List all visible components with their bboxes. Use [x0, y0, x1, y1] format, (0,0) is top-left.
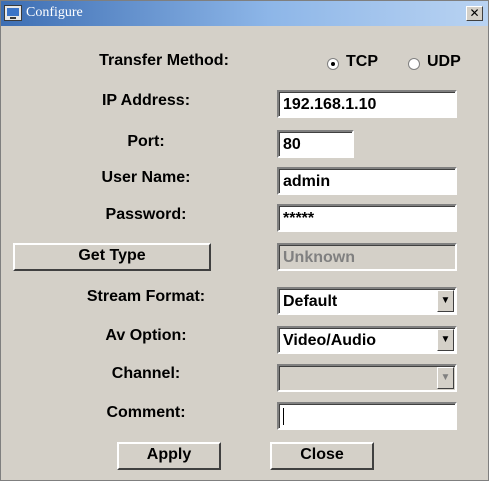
device-type-field: Unknown [277, 243, 457, 271]
password-label: Password: [105, 206, 187, 223]
port-input[interactable]: 80 [277, 130, 354, 158]
comment-input[interactable] [277, 402, 457, 430]
chevron-down-icon[interactable]: ▼ [437, 329, 454, 351]
stream-format-value: Default [283, 293, 338, 310]
title-bar[interactable]: Configure ✕ [1, 1, 488, 26]
password-input[interactable]: ***** [277, 204, 457, 232]
udp-radio[interactable] [408, 58, 420, 70]
ip-address-label: IP Address: [101, 92, 191, 109]
port-label: Port: [127, 133, 165, 150]
av-option-select[interactable]: Video/Audio ▼ [277, 326, 457, 354]
user-name-input[interactable]: admin [277, 167, 457, 195]
user-name-label: User Name: [101, 169, 191, 186]
close-icon[interactable]: ✕ [466, 6, 483, 21]
transfer-method-label: Transfer Method: [99, 52, 229, 69]
channel-label: Channel: [111, 365, 181, 382]
stream-format-label: Stream Format: [86, 288, 206, 305]
av-option-value: Video/Audio [283, 332, 377, 349]
get-type-button[interactable]: Get Type [13, 243, 211, 271]
chevron-down-icon: ▼ [437, 367, 454, 389]
stream-format-select[interactable]: Default ▼ [277, 287, 457, 315]
av-option-label: Av Option: [105, 327, 187, 344]
ip-address-input[interactable]: 192.168.1.10 [277, 90, 457, 118]
monitor-icon [4, 5, 22, 21]
close-button[interactable]: Close [270, 442, 374, 470]
configure-dialog: Configure ✕ Transfer Method: TCP UDP IP … [0, 0, 489, 481]
tcp-label: TCP [346, 53, 378, 70]
tcp-radio[interactable] [327, 58, 339, 70]
comment-label: Comment: [106, 404, 186, 421]
text-caret [283, 408, 284, 425]
window-title: Configure [26, 5, 83, 20]
apply-button[interactable]: Apply [117, 442, 221, 470]
channel-select: ▼ [277, 364, 457, 392]
udp-label: UDP [427, 53, 461, 70]
chevron-down-icon[interactable]: ▼ [437, 290, 454, 312]
